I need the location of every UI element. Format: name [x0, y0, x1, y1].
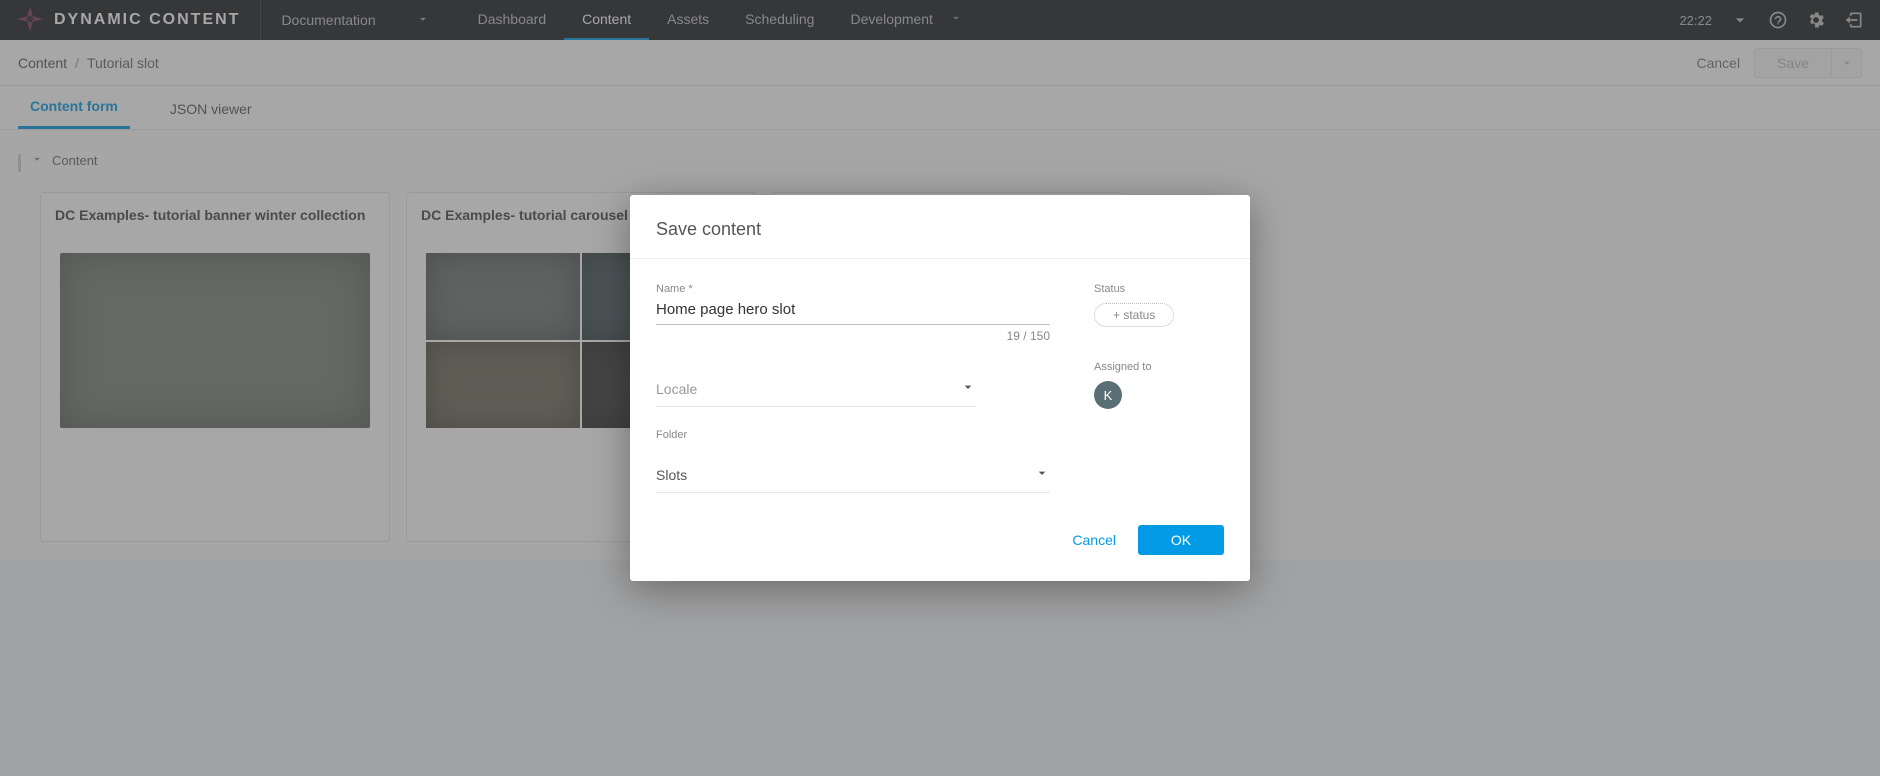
modal-body: Name * 19 / 150 Locale Folder Slots [630, 259, 1250, 497]
modal-title: Save content [630, 195, 1250, 259]
modal-right-column: Status + status Assigned to K [1094, 283, 1224, 493]
assignee-avatar[interactable]: K [1094, 381, 1122, 409]
status-label: Status [1094, 283, 1224, 295]
save-content-modal: Save content Name * 19 / 150 Locale Fold… [630, 195, 1250, 581]
add-status-button[interactable]: + status [1094, 303, 1174, 327]
assigned-label: Assigned to [1094, 361, 1224, 373]
modal-ok-button[interactable]: OK [1138, 525, 1224, 555]
modal-footer: Cancel OK [630, 497, 1250, 555]
name-label: Name * [656, 283, 1050, 295]
locale-select[interactable]: Locale [656, 371, 976, 407]
name-input[interactable] [656, 295, 1050, 325]
name-counter: 19 / 150 [656, 329, 1050, 343]
locale-select-label: Locale [656, 381, 697, 397]
folder-select[interactable]: Slots [656, 457, 1050, 493]
folder-label: Folder [656, 429, 1050, 441]
modal-left-column: Name * 19 / 150 Locale Folder Slots [656, 283, 1050, 493]
modal-overlay: Save content Name * 19 / 150 Locale Fold… [0, 0, 1880, 776]
chevron-down-icon [1034, 465, 1050, 484]
chevron-down-icon [960, 379, 976, 398]
folder-value: Slots [656, 467, 687, 483]
modal-cancel-button[interactable]: Cancel [1072, 532, 1116, 548]
